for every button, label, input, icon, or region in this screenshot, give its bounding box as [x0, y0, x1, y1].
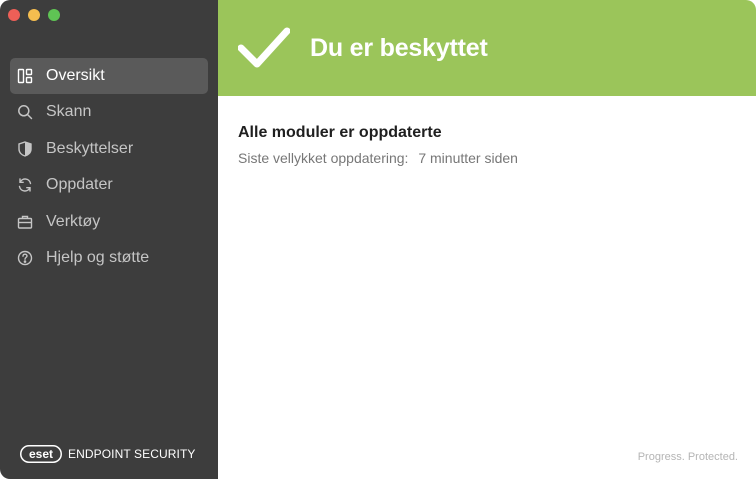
toolbox-icon [16, 213, 34, 231]
sidebar-item-label: Verktøy [46, 212, 101, 230]
checkmark-icon [238, 27, 290, 68]
brand: eset ENDPOINT SECURITY [20, 445, 196, 463]
shield-icon [16, 140, 34, 158]
app-window: Oversikt Skann Beskyttelser Oppdater Ver… [0, 0, 756, 479]
main-panel: Du er beskyttet Alle moduler er oppdater… [218, 0, 756, 479]
sidebar-item-hjelp[interactable]: Hjelp og støtte [10, 240, 208, 276]
last-update-value: 7 minutter siden [418, 150, 518, 166]
last-update-label: Siste vellykket oppdatering: [238, 150, 409, 166]
sidebar-item-beskyttelser[interactable]: Beskyttelser [10, 131, 208, 167]
search-icon [16, 103, 34, 121]
sidebar-item-label: Oppdater [46, 176, 113, 194]
minimize-window-button[interactable] [28, 9, 40, 21]
refresh-icon [16, 176, 34, 194]
sidebar: Oversikt Skann Beskyttelser Oppdater Ver… [0, 0, 218, 479]
window-controls [8, 9, 60, 21]
zoom-window-button[interactable] [48, 9, 60, 21]
sidebar-nav: Oversikt Skann Beskyttelser Oppdater Ver… [10, 58, 208, 276]
update-status: Alle moduler er oppdaterte Siste vellykk… [238, 124, 518, 166]
close-window-button[interactable] [8, 9, 20, 21]
status-title: Alle moduler er oppdaterte [238, 124, 442, 141]
eset-logo: eset [20, 445, 62, 463]
sidebar-item-oversikt[interactable]: Oversikt [10, 58, 208, 94]
sidebar-item-label: Hjelp og støtte [46, 248, 150, 266]
sidebar-item-verktoy[interactable]: Verktøy [10, 204, 208, 240]
dashboard-icon [16, 67, 34, 85]
sidebar-item-label: Skann [46, 103, 92, 121]
svg-text:eset: eset [29, 447, 53, 461]
sidebar-item-label: Beskyttelser [46, 139, 134, 157]
sidebar-item-label: Oversikt [46, 67, 105, 84]
help-icon [16, 249, 34, 267]
tagline: Progress. Protected. [637, 451, 738, 463]
product-name: ENDPOINT SECURITY [68, 447, 196, 461]
status-banner: Du er beskyttet [218, 0, 756, 96]
last-update-line: Siste vellykket oppdatering: 7 minutter … [238, 150, 518, 166]
banner-title: Du er beskyttet [310, 33, 488, 62]
sidebar-item-oppdater[interactable]: Oppdater [10, 167, 208, 203]
sidebar-item-skann[interactable]: Skann [10, 94, 208, 130]
